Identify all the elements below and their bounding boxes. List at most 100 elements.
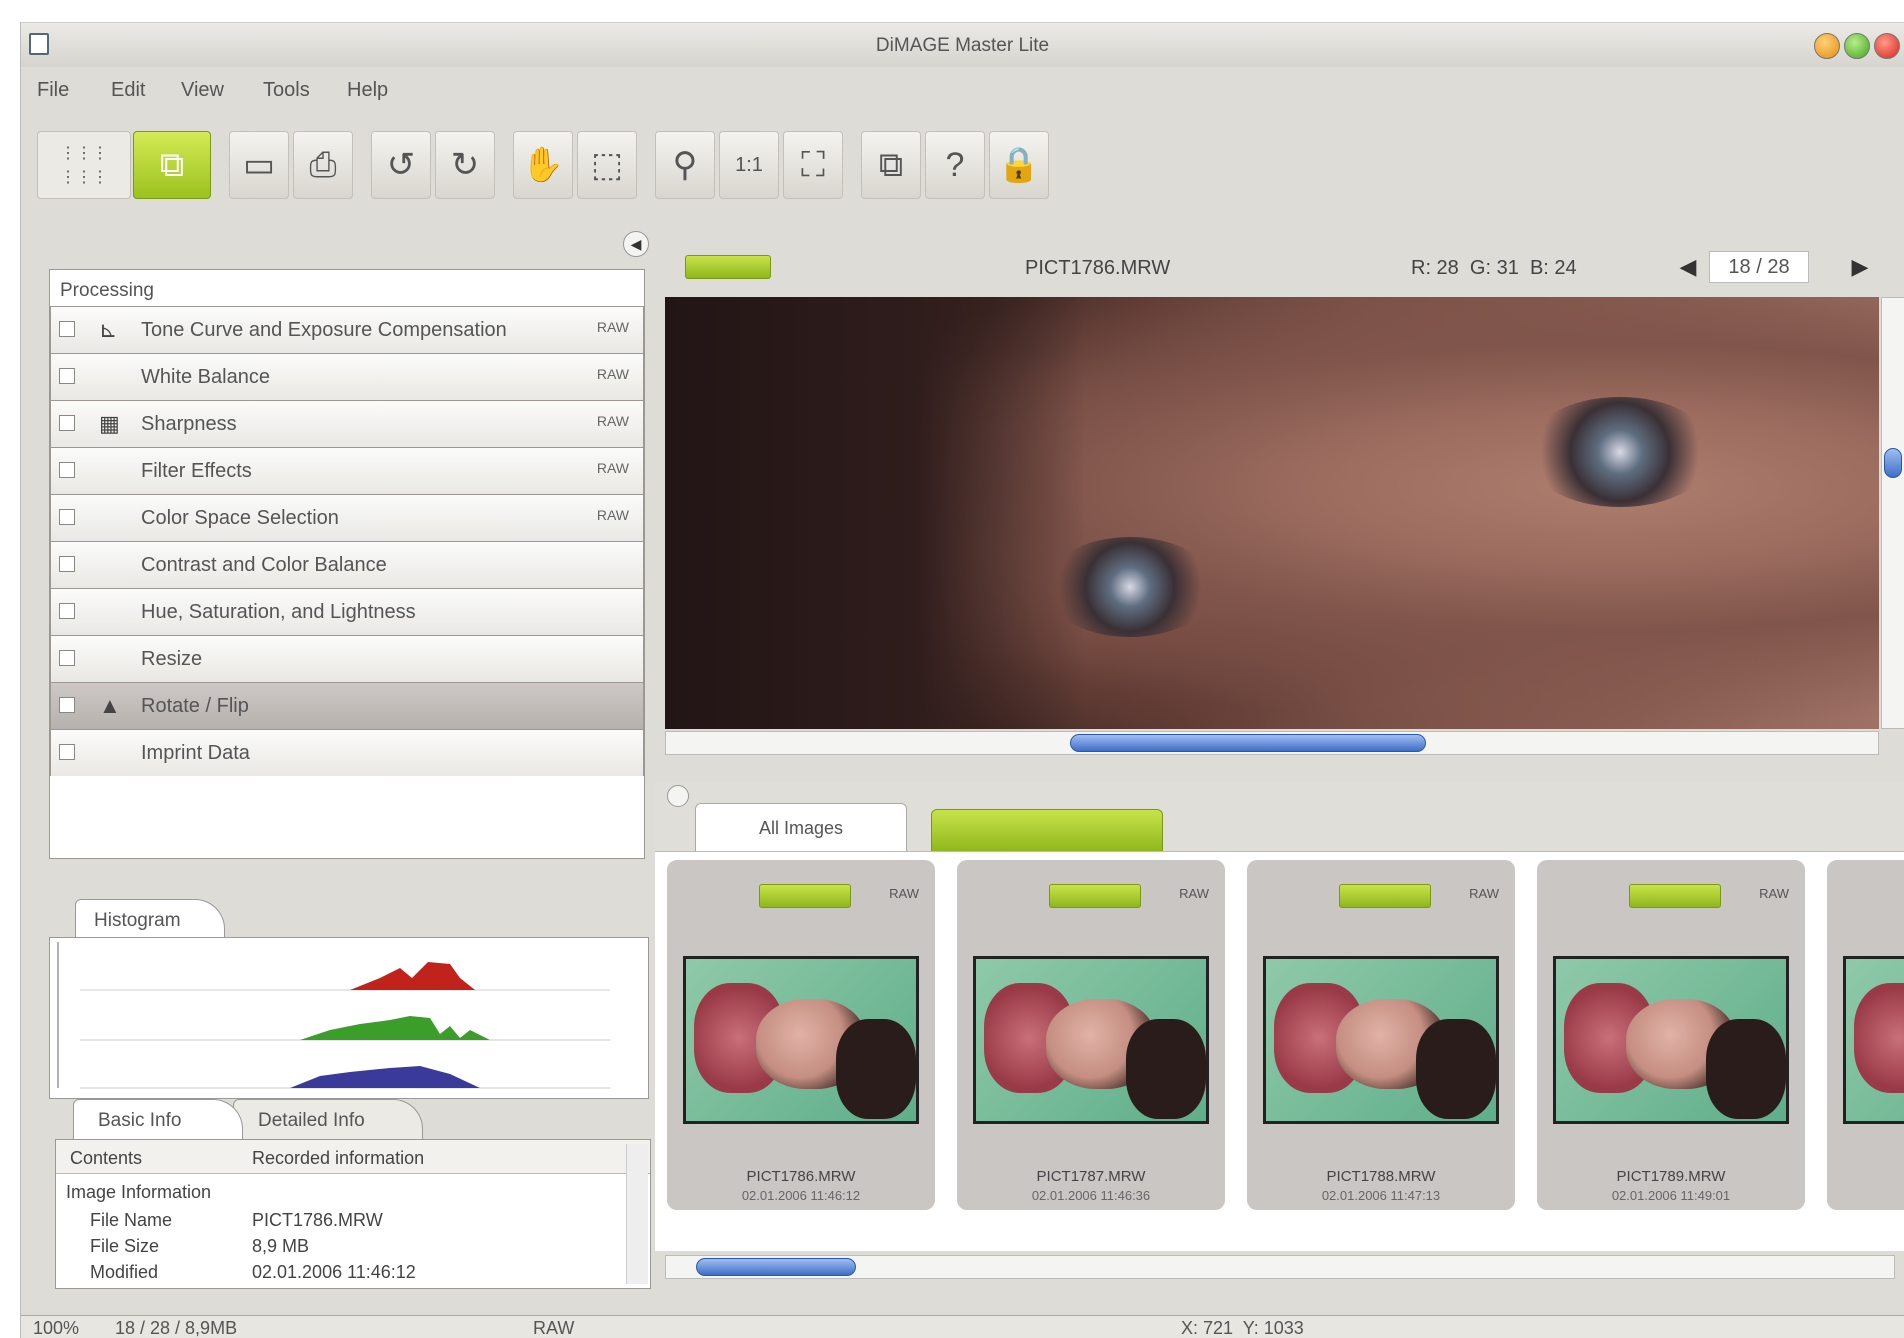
menu-tools[interactable]: Tools (263, 79, 310, 102)
collapse-browser-button[interactable] (667, 785, 689, 807)
app-window: DiMAGE Master Lite File Edit View Tools … (20, 22, 1904, 1338)
thumbnail-view-button[interactable]: ⋮⋮⋮ ⋮⋮⋮ (37, 131, 131, 199)
viewer-header: PICT1786.MRW R: 28 G: 31 B: 24 ◀ 18 / 28… (655, 231, 1904, 291)
image-viewer[interactable] (665, 297, 1879, 729)
image-view-button[interactable]: ⧉ (133, 131, 211, 199)
menu-edit[interactable]: Edit (111, 79, 145, 102)
processing-item-label: Resize (141, 648, 203, 670)
thumbnail-rating (759, 884, 851, 908)
processing-item[interactable]: Filter Effects RAW (50, 447, 644, 494)
maximize-button[interactable] (1844, 33, 1870, 59)
histogram-panel (49, 937, 649, 1099)
rgb-readout: R: 28 G: 31 B: 24 (1411, 257, 1577, 279)
lock-button[interactable]: 🔒 (989, 131, 1049, 199)
processing-item[interactable]: ▦ Sharpness RAW (50, 400, 644, 447)
minimize-button[interactable] (1814, 33, 1840, 59)
thumbnail-date: 02.01.2006 11:49:01 (1611, 1188, 1731, 1203)
viewer-horizontal-thumb[interactable] (1070, 734, 1426, 752)
processing-title: Processing (60, 280, 154, 301)
slideshow-button[interactable]: ▭ (229, 131, 289, 199)
processing-item-label: Color Space Selection (141, 507, 339, 529)
left-panel: ◀ Processing ⊾ Tone Curve and Exposure Co… (33, 231, 659, 1311)
processing-item-label: Filter Effects (141, 460, 252, 482)
fit-window-button[interactable]: ⛶ (783, 131, 843, 199)
selected-images-tab[interactable] (931, 809, 1163, 853)
processing-item[interactable]: White Balance RAW (50, 353, 644, 400)
processing-item[interactable]: Resize (50, 635, 644, 682)
histogram-blue (290, 1066, 480, 1088)
thumbnail-card[interactable]: RAW PICT1787.MRW 02.01.2006 11:46:36 (957, 860, 1225, 1210)
window-title: DiMAGE Master Lite (875, 35, 1050, 56)
viewer-filename: PICT1786.MRW (1025, 257, 1171, 279)
thumbnail-card[interactable] (1827, 860, 1904, 1210)
thumbnail-image[interactable] (973, 956, 1209, 1124)
processing-item-label: Rotate / Flip (141, 695, 249, 717)
all-images-tab[interactable]: All Images (695, 803, 907, 853)
raw-badge: RAW (889, 886, 919, 901)
thumbnail-scroll-thumb[interactable] (696, 1258, 856, 1276)
compare-button[interactable]: ⧉ (861, 131, 921, 199)
thumbnail-image[interactable] (1843, 956, 1904, 1124)
processing-checkbox[interactable] (59, 415, 75, 431)
toolbar: ⋮⋮⋮ ⋮⋮⋮ ⧉ ▭ ⎙ ↺ ↻ ✋ ⬚ ⚲ 1:1 ⛶ ⧉ ? 🔒 (29, 123, 1899, 213)
status-coords: X: 721 Y: 1033 (1181, 1318, 1304, 1338)
thumbnail-image[interactable] (683, 956, 919, 1124)
previous-image-button[interactable]: ◀ (1673, 251, 1703, 283)
viewer-vertical-thumb[interactable] (1884, 448, 1902, 478)
crop-tool-button[interactable]: ⬚ (577, 131, 637, 199)
viewer-horizontal-scrollbar[interactable] (665, 731, 1879, 755)
recorded-column-header[interactable]: Recorded information (252, 1148, 424, 1169)
raw-badge: RAW (1469, 886, 1499, 901)
rating-indicator (685, 255, 771, 279)
info-button[interactable]: ? (925, 131, 985, 199)
rotate-right-button[interactable]: ↻ (435, 131, 495, 199)
menu-help[interactable]: Help (347, 79, 388, 102)
processing-checkbox[interactable] (59, 697, 75, 713)
processing-item[interactable]: ⊾ Tone Curve and Exposure Compensation RAW (50, 306, 644, 353)
processing-item[interactable]: Color Space Selection RAW (50, 494, 644, 541)
processing-item[interactable]: ▲ Rotate / Flip (50, 682, 644, 729)
thumbnail-image[interactable] (1553, 956, 1789, 1124)
histogram-tab[interactable]: Histogram (75, 899, 225, 939)
contents-column-header[interactable]: Contents (70, 1148, 142, 1169)
processing-checkbox[interactable] (59, 744, 75, 760)
processing-checkbox[interactable] (59, 603, 75, 619)
processing-checkbox[interactable] (59, 556, 75, 572)
viewer-vertical-scrollbar[interactable] (1881, 297, 1904, 729)
processing-item[interactable]: Imprint Data (50, 729, 644, 776)
thumbnail-card[interactable]: RAW PICT1786.MRW 02.01.2006 11:46:12 (667, 860, 935, 1210)
print-button[interactable]: ⎙ (293, 131, 353, 199)
processing-checkbox[interactable] (59, 650, 75, 666)
processing-item[interactable]: Contrast and Color Balance (50, 541, 644, 588)
menu-file[interactable]: File (37, 79, 69, 102)
processing-checkbox[interactable] (59, 462, 75, 478)
next-image-button[interactable]: ▶ (1845, 251, 1875, 283)
processing-item[interactable]: Hue, Saturation, and Lightness (50, 588, 644, 635)
collapse-panel-button[interactable]: ◀ (623, 231, 649, 257)
processing-checkbox[interactable] (59, 321, 75, 337)
rotate-left-button[interactable]: ↺ (371, 131, 431, 199)
hand-tool-button[interactable]: ✋ (513, 131, 573, 199)
close-button[interactable] (1874, 33, 1900, 59)
status-format: RAW (533, 1318, 575, 1338)
raw-badge: RAW (596, 366, 629, 382)
zoom-button[interactable]: ⚲ (655, 131, 715, 199)
raw-badge: RAW (1759, 886, 1789, 901)
thumbnail-image[interactable] (1263, 956, 1499, 1124)
thumbnail-scrollbar[interactable] (665, 1255, 1895, 1279)
menu-view[interactable]: View (181, 79, 224, 102)
processing-checkbox[interactable] (59, 509, 75, 525)
processing-panel: Processing ⊾ Tone Curve and Exposure Comp… (49, 269, 645, 859)
raw-badge: RAW (596, 460, 629, 476)
detailed-info-tab[interactable]: Detailed Info (233, 1099, 423, 1139)
info-section-title: Image Information (66, 1182, 212, 1202)
info-value: 8,9 MB (252, 1236, 310, 1256)
actual-size-button[interactable]: 1:1 (719, 131, 779, 199)
thumbnail-card[interactable]: RAW PICT1788.MRW 02.01.2006 11:47:13 (1247, 860, 1515, 1210)
thumbnail-card[interactable]: RAW PICT1789.MRW 02.01.2006 11:49:01 (1537, 860, 1805, 1210)
basic-info-tab[interactable]: Basic Info (73, 1099, 243, 1139)
info-key: File Name (90, 1210, 173, 1230)
histogram-green (300, 1016, 490, 1040)
processing-checkbox[interactable] (59, 368, 75, 384)
info-scrollbar[interactable] (626, 1144, 648, 1284)
